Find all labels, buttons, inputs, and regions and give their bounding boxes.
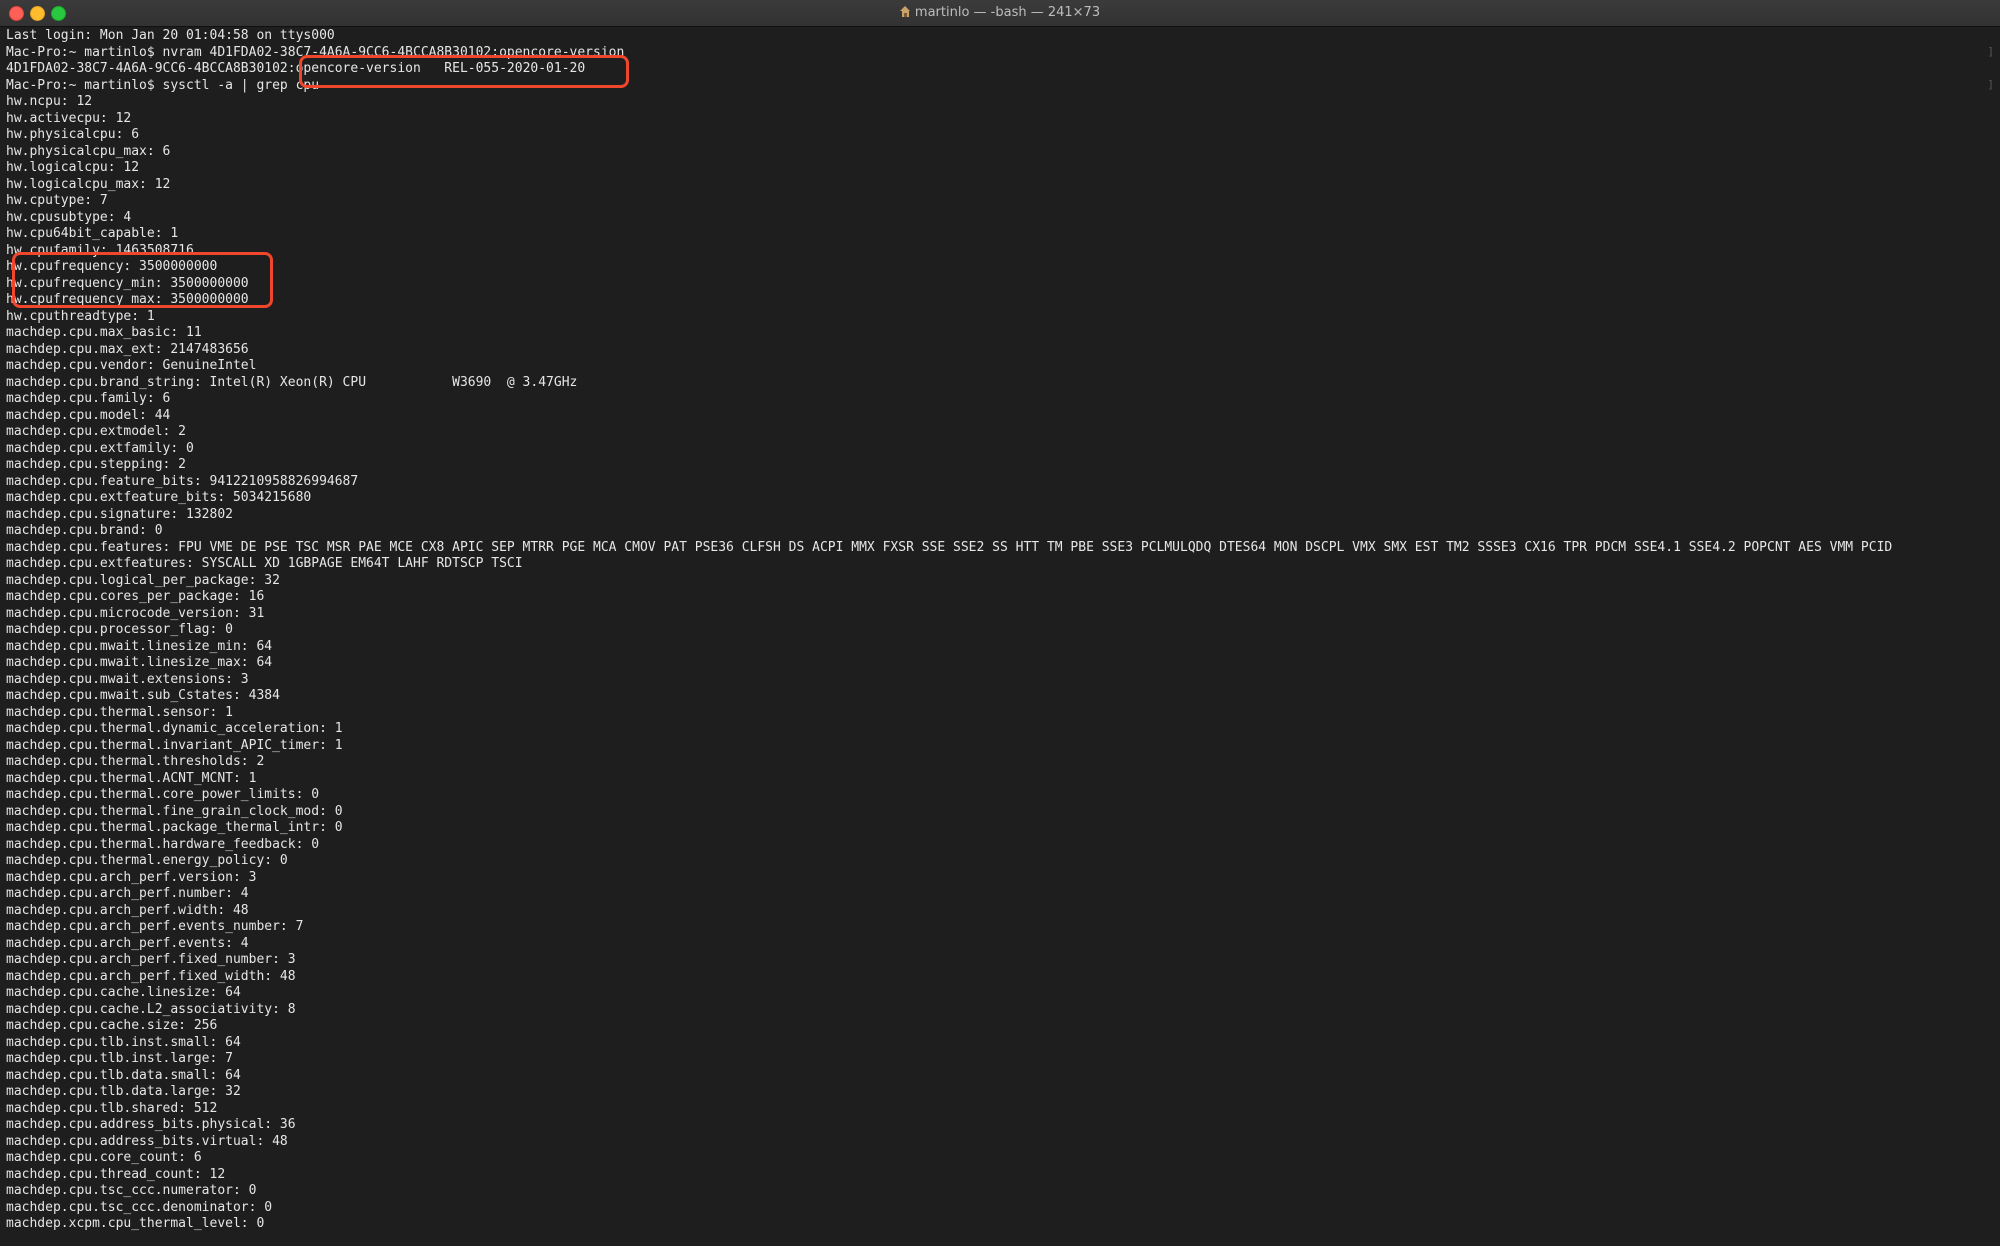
terminal-line: machdep.cpu.arch_perf.width: 48 (6, 902, 249, 918)
terminal-line: machdep.cpu.arch_perf.events: 4 (6, 935, 249, 951)
terminal-line: hw.cpufrequency: 3500000000 (6, 259, 218, 274)
title-bar[interactable]: martinlo — -bash — 241×73 (0, 0, 2000, 27)
terminal-line: machdep.cpu.thermal.sensor: 1 (6, 704, 233, 720)
terminal-line: machdep.cpu.feature_bits: 94122109588269… (6, 473, 359, 489)
terminal-line: machdep.cpu.model: 44 (6, 407, 171, 423)
terminal-line: machdep.cpu.tlb.shared: 512 (6, 1100, 218, 1116)
terminal-line: hw.activecpu: 12 (6, 110, 132, 126)
terminal-line: hw.logicalcpu: 12 (6, 160, 140, 175)
terminal-line: machdep.cpu.tsc_ccc.numerator: 0 (6, 1183, 257, 1198)
terminal-line: machdep.cpu.arch_perf.number: 4 (6, 886, 249, 901)
terminal-line: hw.cpufrequency_min: 3500000000 (6, 275, 249, 291)
line-marker-icon: ] (1987, 44, 1994, 58)
terminal-line: machdep.cpu.mwait.sub_Cstates: 4384 (6, 688, 280, 703)
terminal-line: machdep.cpu.brand_string: Intel(R) Xeon(… (6, 374, 578, 390)
terminal-line: hw.cputhreadtype: 1 (6, 308, 155, 324)
terminal-line: machdep.cpu.features: FPU VME DE PSE TSC… (6, 539, 1893, 555)
terminal-line: machdep.cpu.arch_perf.fixed_number: 3 (6, 952, 296, 967)
terminal-line: machdep.cpu.cache.L2_associativity: 8 (6, 1001, 296, 1017)
terminal-line: machdep.cpu.tsc_ccc.denominator: 0 (6, 1199, 273, 1215)
terminal-line: 4D1FDA02-38C7-4A6A-9CC6-4BCCA8B30102:ope… (6, 61, 586, 76)
terminal-line: machdep.cpu.thermal.ACNT_MCNT: 1 (6, 770, 257, 786)
terminal-line: hw.physicalcpu: 6 (6, 127, 140, 142)
terminal-line: machdep.cpu.tlb.data.large: 32 (6, 1084, 241, 1099)
terminal-line: machdep.cpu.thermal.package_thermal_intr… (6, 820, 343, 835)
terminal-line: machdep.cpu.thermal.dynamic_acceleration… (6, 721, 343, 736)
terminal-line: machdep.cpu.extfeatures: SYSCALL XD 1GBP… (6, 556, 523, 571)
terminal-line: machdep.cpu.brand: 0 (6, 523, 163, 538)
line-marker-icon: ] (1987, 77, 1994, 91)
terminal-line: machdep.cpu.tlb.data.small: 64 (6, 1067, 241, 1083)
terminal-line: machdep.cpu.cache.linesize: 64 (6, 985, 241, 1000)
terminal-line: hw.cpufamily: 1463508716 (6, 242, 194, 258)
terminal-line: machdep.cpu.address_bits.virtual: 48 (6, 1133, 288, 1149)
terminal-line: machdep.cpu.arch_perf.events_number: 7 (6, 919, 304, 934)
terminal-line: machdep.cpu.logical_per_package: 32 (6, 572, 280, 588)
home-folder-icon (899, 6, 911, 17)
terminal-line: machdep.cpu.max_ext: 2147483656 (6, 341, 249, 357)
terminal-line: machdep.cpu.extfeature_bits: 5034215680 (6, 490, 312, 505)
terminal-line: hw.logicalcpu_max: 12 (6, 176, 171, 192)
terminal-line: machdep.cpu.max_basic: 11 (6, 325, 202, 340)
window-title-container: martinlo — -bash — 241×73 (0, 0, 2000, 26)
terminal-line: hw.cputype: 7 (6, 193, 108, 208)
terminal-line: machdep.cpu.extmodel: 2 (6, 424, 187, 439)
terminal-line: Mac-Pro:~ martinlo$ sysctl -a | grep cpu (6, 77, 320, 93)
terminal-line: machdep.cpu.address_bits.physical: 36 (6, 1117, 296, 1132)
terminal-line: machdep.cpu.tlb.inst.large: 7 (6, 1051, 233, 1066)
terminal-line: machdep.cpu.arch_perf.version: 3 (6, 869, 257, 885)
terminal-line: machdep.cpu.mwait.extensions: 3 (6, 671, 249, 687)
terminal-line: machdep.cpu.cache.size: 256 (6, 1018, 218, 1033)
terminal-line: machdep.cpu.signature: 132802 (6, 506, 233, 522)
terminal-line: machdep.cpu.cores_per_package: 16 (6, 589, 265, 604)
terminal-line: machdep.cpu.processor_flag: 0 (6, 622, 233, 637)
terminal-line: machdep.cpu.microcode_version: 31 (6, 605, 265, 621)
terminal-line: machdep.cpu.stepping: 2 (6, 457, 187, 472)
terminal-window: martinlo — -bash — 241×73 Last login: Mo… (0, 0, 2000, 1246)
terminal-line: machdep.cpu.mwait.linesize_min: 64 (6, 638, 273, 654)
terminal-line: Last login: Mon Jan 20 01:04:58 on ttys0… (6, 28, 335, 43)
terminal-line: Mac-Pro:~ martinlo$ nvram 4D1FDA02-38C7-… (6, 44, 625, 60)
terminal-output[interactable]: Last login: Mon Jan 20 01:04:58 on ttys0… (0, 27, 2000, 1246)
terminal-line: hw.ncpu: 12 (6, 94, 93, 109)
terminal-line: machdep.cpu.vendor: GenuineIntel (6, 358, 257, 373)
terminal-line: machdep.cpu.thermal.hardware_feedback: 0 (6, 836, 320, 852)
terminal-line: machdep.cpu.core_count: 6 (6, 1150, 202, 1165)
terminal-line: machdep.cpu.thermal.invariant_APIC_timer… (6, 737, 343, 753)
terminal-line: machdep.cpu.thermal.thresholds: 2 (6, 754, 265, 769)
terminal-line: machdep.cpu.thread_count: 12 (6, 1166, 226, 1182)
terminal-line: machdep.cpu.thermal.energy_policy: 0 (6, 853, 288, 868)
terminal-line: machdep.xcpm.cpu_thermal_level: 0 (6, 1216, 265, 1231)
terminal-line: machdep.cpu.tlb.inst.small: 64 (6, 1034, 241, 1050)
terminal-line: machdep.cpu.thermal.core_power_limits: 0 (6, 787, 320, 802)
terminal-line: hw.cpufrequency_max: 3500000000 (6, 292, 249, 307)
terminal-line: machdep.cpu.arch_perf.fixed_width: 48 (6, 968, 296, 984)
terminal-line: machdep.cpu.thermal.fine_grain_clock_mod… (6, 803, 343, 819)
terminal-line: hw.cpusubtype: 4 (6, 209, 132, 225)
terminal-line: machdep.cpu.family: 6 (6, 391, 171, 406)
terminal-line: machdep.cpu.extfamily: 0 (6, 440, 194, 456)
terminal-line: hw.physicalcpu_max: 6 (6, 143, 171, 159)
terminal-line: machdep.cpu.mwait.linesize_max: 64 (6, 655, 273, 670)
terminal-line: hw.cpu64bit_capable: 1 (6, 226, 179, 241)
window-title: martinlo — -bash — 241×73 (914, 5, 1101, 20)
